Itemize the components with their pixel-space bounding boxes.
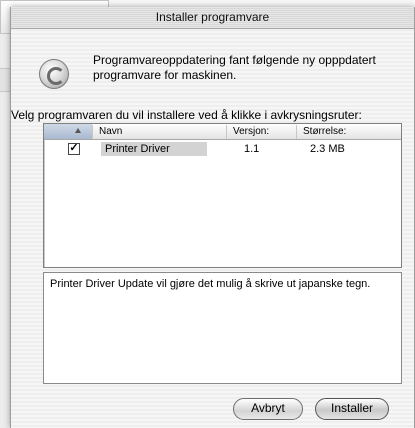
window-title: Installer programvare: [11, 7, 414, 29]
installer-dialog: Installer programvare Programvareoppdate…: [10, 7, 415, 428]
description-box: Printer Driver Update vil gjøre det muli…: [43, 272, 402, 384]
column-header-name[interactable]: Navn: [92, 125, 231, 139]
item-name: Printer Driver: [101, 142, 207, 156]
list-item[interactable]: ✓ Printer Driver 1.1 2.3 MB: [44, 141, 401, 157]
software-update-icon: [39, 59, 69, 89]
list-header: Navn Versjon: Størrelse:: [44, 124, 401, 140]
item-version: 1.1: [244, 143, 260, 155]
header-message: Programvareoppdatering fant følgende ny …: [93, 53, 376, 82]
software-list[interactable]: Navn Versjon: Størrelse: ✓ Printer Drive…: [43, 123, 402, 268]
checkbox-column-header[interactable]: [44, 124, 92, 139]
item-size: 2.3 MB: [310, 143, 345, 155]
install-checkbox[interactable]: ✓: [68, 143, 80, 155]
column-header-size[interactable]: Størrelse:: [296, 125, 398, 139]
column-header-version[interactable]: Versjon:: [226, 125, 297, 139]
install-button[interactable]: Installer: [315, 398, 389, 420]
cancel-button[interactable]: Avbryt: [233, 398, 303, 420]
sort-ascending-icon: [75, 128, 81, 133]
instruction-text: Velg programvaren du vil installere ved …: [11, 108, 362, 122]
background-window-strip: [0, 68, 10, 92]
